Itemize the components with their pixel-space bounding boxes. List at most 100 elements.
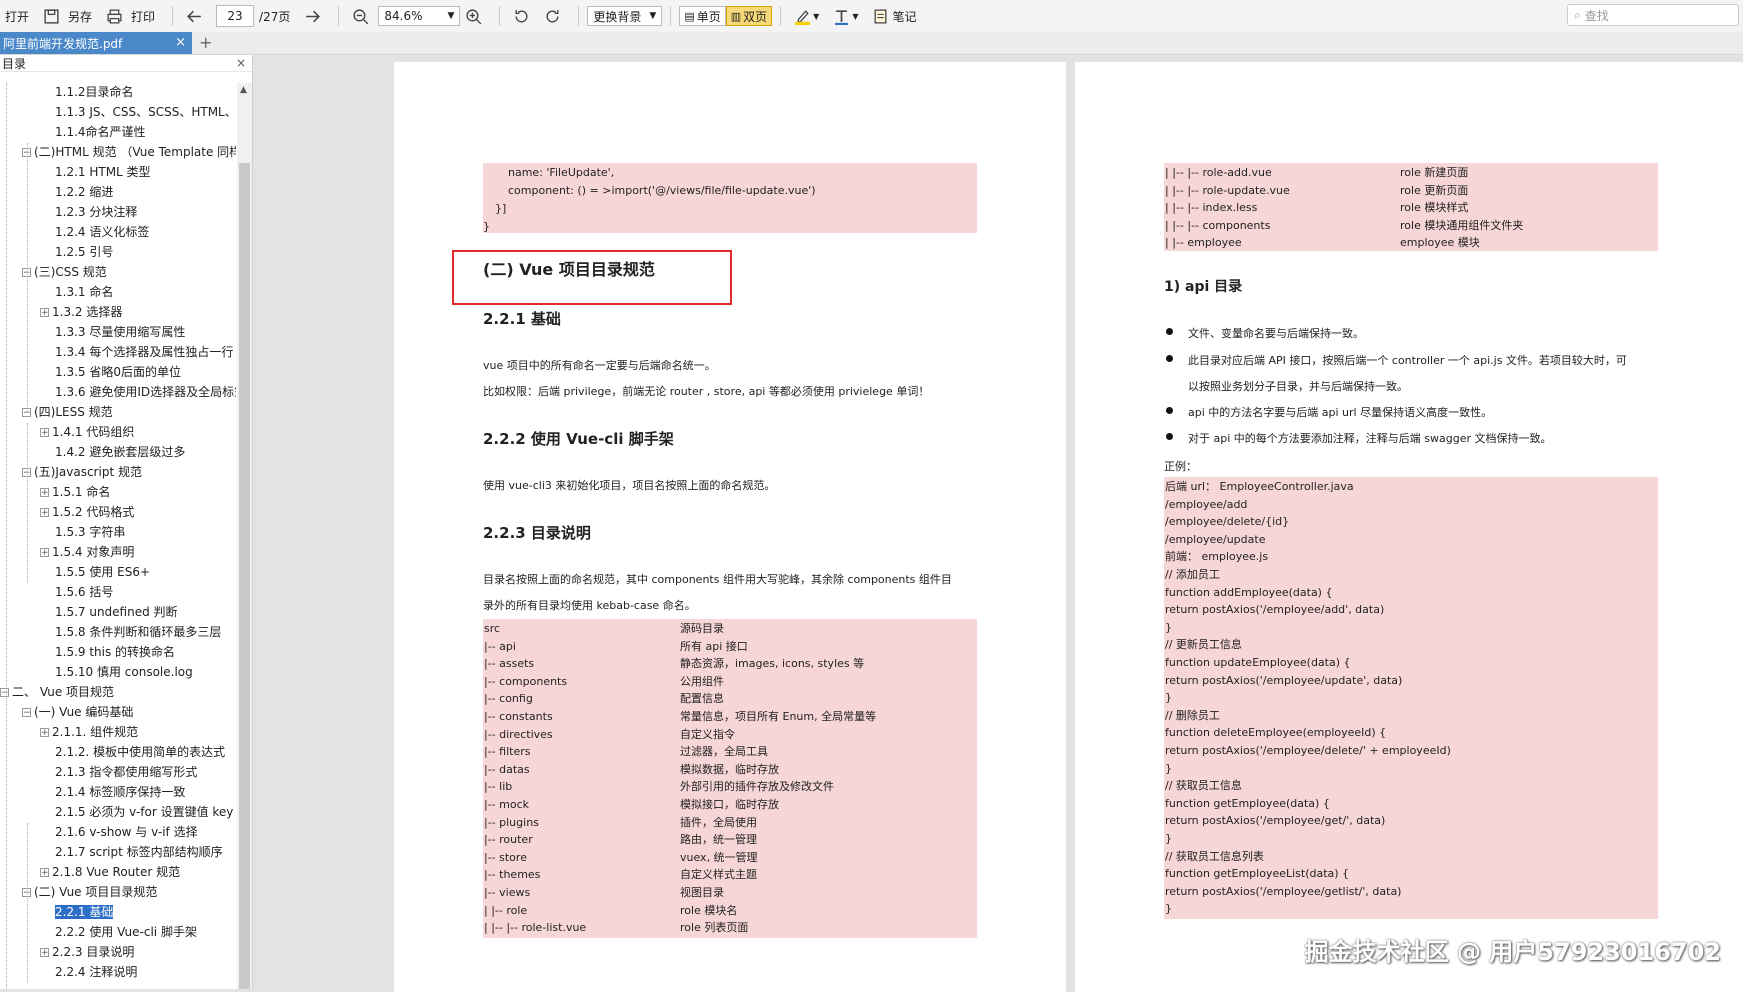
expand-icon[interactable]: + xyxy=(40,728,49,738)
toc-item[interactable]: 1.1.4命名严谨性 xyxy=(40,123,236,141)
rotate-right-button[interactable] xyxy=(539,4,566,28)
tree-comment: 插件，全局使用 xyxy=(680,815,757,829)
toc-item[interactable]: +1.3.2 选择器 xyxy=(40,303,236,321)
expand-icon[interactable]: + xyxy=(40,428,49,438)
toc-item[interactable]: 2.1.7 script 标签内部结构顺序 xyxy=(40,843,236,861)
bullet-dot xyxy=(1166,355,1173,362)
toc-item[interactable]: 2.2.1 基础 xyxy=(40,903,236,921)
scroll-up-icon[interactable]: ▲ xyxy=(240,85,247,95)
toc-item-label: 二、 Vue 项目规范 xyxy=(12,685,115,699)
toc-item[interactable]: 2.1.3 指令都使用缩写形式 xyxy=(40,763,236,781)
document-tab[interactable]: 阿里前端开发规范.pdf × xyxy=(0,32,192,54)
toc-item[interactable]: 1.3.4 每个选择器及属性独占一行 xyxy=(40,343,236,361)
toc-scrollbar[interactable]: ▲ xyxy=(237,83,252,989)
toc-item[interactable]: − 二、 Vue 项目规范 xyxy=(0,683,236,701)
collapse-icon[interactable]: − xyxy=(0,688,9,698)
close-icon[interactable]: × xyxy=(175,35,186,50)
highlight-tool-button[interactable]: ▼ xyxy=(789,4,824,28)
toc-item[interactable]: − (一) Vue 编码基础 xyxy=(22,703,236,721)
open-button[interactable]: 打开 xyxy=(0,4,34,28)
code-line: function getEmployeeList(data) { xyxy=(1165,867,1350,881)
expand-icon[interactable]: + xyxy=(40,548,49,558)
toc-item-label: 1.2.2 缩进 xyxy=(55,185,114,199)
toc-item[interactable]: +2.1.1. 组件规范 xyxy=(40,723,236,741)
separator xyxy=(780,6,782,26)
rotate-right-icon xyxy=(546,9,559,22)
zoom-in-icon xyxy=(466,8,482,24)
toc-item[interactable]: 2.1.4 标签顺序保持一致 xyxy=(40,783,236,801)
toc-item[interactable]: +2.1.8 Vue Router 规范 xyxy=(40,863,236,881)
toc-item[interactable]: − (二) Vue 项目目录规范 xyxy=(22,883,236,901)
search-input[interactable]: ⌕ 查找 xyxy=(1567,4,1739,26)
close-icon[interactable]: × xyxy=(236,56,246,70)
expand-icon[interactable]: + xyxy=(40,488,49,498)
expand-icon[interactable]: + xyxy=(40,948,49,958)
toc-item[interactable]: − (三)CSS 规范 xyxy=(22,263,236,281)
toc-item[interactable]: 1.1.3 JS、CSS、SCSS、HTML、PNG文件命名 xyxy=(40,103,236,121)
toc-item-label: 2.1.4 标签顺序保持一致 xyxy=(55,785,186,799)
toc-item[interactable]: 1.1.2目录命名 xyxy=(40,83,236,101)
toc-item[interactable]: 1.5.5 使用 ES6+ xyxy=(40,563,236,581)
toc-item[interactable]: 1.3.1 命名 xyxy=(40,283,236,301)
toc-item-label: 2.1.8 Vue Router 规范 xyxy=(52,865,181,879)
toc-item-label: 1.1.4命名严谨性 xyxy=(55,125,146,139)
toc-item[interactable]: 2.2.4 注释说明 xyxy=(40,963,236,981)
expand-icon[interactable]: + xyxy=(40,508,49,518)
zoom-out-button[interactable] xyxy=(347,4,374,28)
toc-item[interactable]: 2.1.2. 模板中使用简单的表达式 xyxy=(40,743,236,761)
toc-item[interactable]: 1.5.7 undefined 判断 xyxy=(40,603,236,621)
toc-item[interactable]: 1.5.3 字符串 xyxy=(40,523,236,541)
add-tab-icon[interactable]: + xyxy=(199,33,212,52)
toc-item[interactable]: 1.5.10 慎用 console.log xyxy=(40,663,236,681)
toc-item[interactable]: 1.5.9 this 的转换命名 xyxy=(40,643,236,661)
toc-item[interactable]: 1.3.6 避免使用ID选择器及全局标签选择器 xyxy=(40,383,236,401)
toc-item[interactable]: 2.2.2 使用 Vue-cli 脚手架 xyxy=(40,923,236,941)
toc-item[interactable]: 2.1.6 v-show 与 v-if 选择 xyxy=(40,823,236,841)
toc-item-label: 2.1.6 v-show 与 v-if 选择 xyxy=(55,825,198,839)
toc-item[interactable]: +1.5.4 对象声明 xyxy=(40,543,236,561)
expand-icon[interactable]: + xyxy=(40,868,49,878)
subsection-heading: 2.2.1 基础 xyxy=(483,310,561,328)
tree-path: | |-- |-- role-list.vue xyxy=(484,921,587,935)
tree-comment: vuex, 统一管理 xyxy=(680,850,758,864)
scrollbar-thumb[interactable] xyxy=(239,163,250,989)
collapse-icon[interactable]: − xyxy=(22,708,31,718)
toc-item[interactable]: 1.2.2 缩进 xyxy=(40,183,236,201)
toc-item[interactable]: −(二)HTML 规范 （Vue Template 同样适用） xyxy=(22,143,236,161)
page-number-input[interactable]: 23 xyxy=(216,5,255,27)
toc-item-label: 2.1.2. 模板中使用简单的表达式 xyxy=(55,745,226,759)
toc-item[interactable]: 1.3.5 省略0后面的单位 xyxy=(40,363,236,381)
toc-header: 目录 × xyxy=(0,55,252,72)
toc-item[interactable]: − (五)Javascript 规范 xyxy=(22,463,236,481)
change-background-dropdown[interactable]: 更换背景 ▼ xyxy=(587,6,663,26)
single-page-button[interactable]: ▤ 单页 xyxy=(679,6,726,26)
next-page-button[interactable] xyxy=(299,4,326,28)
rotate-left-button[interactable] xyxy=(508,4,535,28)
toc-item[interactable]: +1.4.1 代码组织 xyxy=(40,423,236,441)
print-button[interactable]: 打印 xyxy=(101,4,160,28)
expand-icon[interactable]: + xyxy=(40,308,49,318)
open-label: 打开 xyxy=(5,9,30,24)
toc-item[interactable]: +1.5.1 命名 xyxy=(40,483,236,501)
toc-item[interactable]: 1.2.1 HTML 类型 xyxy=(40,163,236,181)
toc-item[interactable]: +2.2.3 目录说明 xyxy=(40,943,236,961)
code-line: 后端 url： EmployeeController.java xyxy=(1165,480,1354,493)
toc-item[interactable]: 1.2.4 语义化标签 xyxy=(40,223,236,241)
toc-item[interactable]: 1.5.6 括号 xyxy=(40,583,236,601)
toc-item[interactable]: − (四)LESS 规范 xyxy=(22,403,236,421)
toc-item[interactable]: +1.5.2 代码格式 xyxy=(40,503,236,521)
text-tool-button[interactable]: ▼ xyxy=(828,4,863,28)
notes-button[interactable]: 笔记 xyxy=(867,4,921,28)
toc-item[interactable]: 1.3.3 尽量使用缩写属性 xyxy=(40,323,236,341)
toc-item[interactable]: 1.5.8 条件判断和循环最多三层 xyxy=(40,623,236,641)
prev-page-button[interactable] xyxy=(181,4,208,28)
toc-item[interactable]: 2.1.5 必须为 v-for 设置键值 key xyxy=(40,803,236,821)
zoom-in-button[interactable] xyxy=(460,4,487,28)
toc-item[interactable]: 1.2.5 引号 xyxy=(40,243,236,261)
double-page-button[interactable]: ▥ 双页 xyxy=(725,6,773,26)
toc-item[interactable]: 1.2.3 分块注释 xyxy=(40,203,236,221)
zoom-select[interactable]: 84.6% ▼ xyxy=(378,6,461,26)
save-as-button[interactable]: 另存 xyxy=(38,4,97,28)
toc-item[interactable]: 1.4.2 避免嵌套层级过多 xyxy=(40,443,236,461)
tree-path: |-- mock xyxy=(484,798,530,811)
